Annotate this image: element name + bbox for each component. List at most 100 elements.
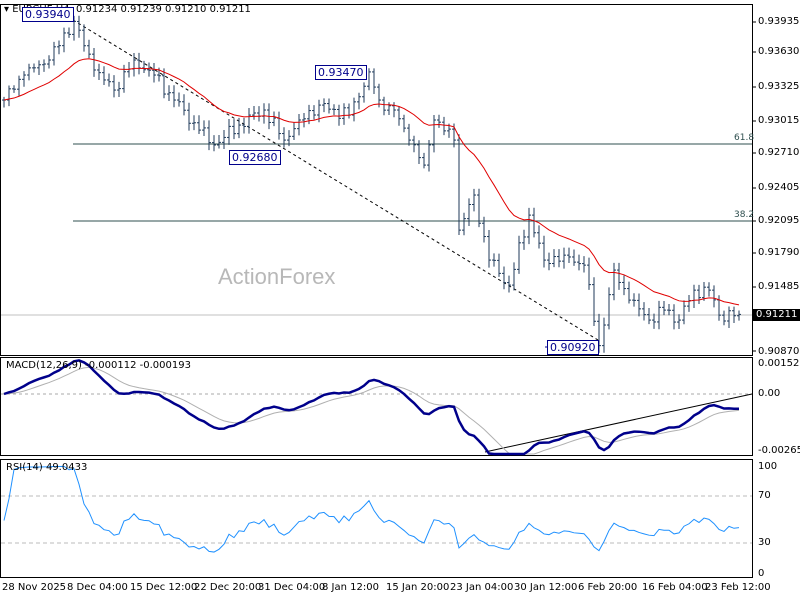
price-bar (47, 55, 51, 69)
price-tick: 0.92095 (758, 215, 800, 226)
price-bar (567, 247, 571, 264)
price-bar (427, 140, 431, 172)
price-bar (517, 235, 521, 274)
price-bar (507, 275, 511, 293)
price-bar (647, 308, 651, 325)
price-bar (312, 105, 316, 120)
price-bar (2, 96, 6, 108)
price-tick: 0.92710 (758, 147, 800, 158)
price-bar (672, 304, 676, 330)
price-bar (262, 103, 266, 124)
price-bar (357, 92, 361, 110)
price-bar (282, 127, 286, 148)
rsi-tick: 70 (758, 490, 771, 501)
price-bar (552, 249, 556, 268)
price-bar (622, 275, 626, 296)
price-bar (257, 106, 261, 122)
price-bar (402, 114, 406, 133)
price-tick: 0.93935 (758, 16, 800, 27)
price-bar (537, 225, 541, 249)
high2-label[interactable]: 0.93470 (315, 65, 367, 80)
price-bar (22, 71, 26, 87)
price-bar (707, 282, 711, 297)
price-bar (192, 115, 196, 131)
price-bar (32, 63, 36, 73)
price-bar (332, 104, 336, 115)
watermark: ActionForex (218, 264, 336, 289)
price-bar (582, 256, 586, 273)
fib-618-label: 61.8 (734, 133, 755, 143)
macd-trendline[interactable] (484, 393, 753, 453)
price-bar (667, 303, 671, 316)
price-bar (67, 27, 71, 38)
rsi-pane (0, 459, 753, 578)
price-bar (62, 27, 66, 53)
macd-tick: -0.002657 (758, 445, 800, 456)
price-tick: 0.91790 (758, 247, 800, 258)
price-bar (397, 106, 401, 126)
low1-label[interactable]: 0.92680 (229, 150, 281, 165)
price-bar (512, 262, 516, 291)
price-bar (172, 85, 176, 108)
price-bar (682, 300, 686, 325)
price-bar (367, 68, 371, 91)
price-bar (302, 113, 306, 128)
price-bar (527, 207, 531, 245)
price-bar (652, 313, 656, 329)
price-bar (637, 293, 641, 317)
price-bar (217, 134, 221, 149)
price-bar (677, 314, 681, 330)
time-tick: 22 Dec 20:00 (194, 582, 262, 593)
price-bar (737, 310, 741, 321)
macd-label: MACD(12,26,9) -0.000112 -0.000193 (6, 360, 191, 371)
price-tick: 0.91485 (758, 281, 800, 292)
price-bar (17, 75, 21, 96)
price-bar (12, 85, 16, 93)
time-tick: 15 Dec 12:00 (130, 582, 198, 593)
price-bar (107, 73, 111, 87)
price-bar (97, 63, 101, 81)
price-bar (342, 103, 346, 125)
price-bar (602, 317, 606, 353)
rsi-label: RSI(14) 49.0433 (6, 462, 88, 473)
price-bar (82, 24, 86, 52)
time-tick: 31 Dec 04:00 (258, 582, 326, 593)
price-bar (142, 60, 146, 73)
price-bar (222, 130, 226, 149)
price-bar (437, 114, 441, 128)
price-bar (472, 188, 476, 212)
price-bar (277, 111, 281, 140)
price-bar (347, 103, 351, 119)
price-tick: 0.93630 (758, 46, 800, 57)
price-bar (662, 301, 666, 316)
price-bar (7, 85, 11, 107)
price-bar (327, 98, 331, 114)
price-bar (467, 198, 471, 227)
price-bar (612, 262, 616, 301)
price-bar (272, 111, 276, 127)
price-bar (712, 285, 716, 308)
price-bar (147, 62, 151, 77)
price-bar (442, 116, 446, 136)
price-bar (627, 281, 631, 304)
price-bar (132, 52, 136, 77)
price-bar (462, 212, 466, 236)
price-bar (202, 120, 206, 137)
price-bar (42, 59, 46, 72)
price-bar (497, 253, 501, 277)
price-bar (52, 41, 56, 66)
low2-label[interactable]: 0.90920 (547, 340, 599, 355)
chart-canvas[interactable] (0, 0, 800, 600)
macd-tick: 0.001522 (758, 358, 800, 369)
price-bar (187, 102, 191, 131)
price-bar (207, 120, 211, 151)
price-tick: 0.93015 (758, 115, 800, 126)
price-bar (247, 108, 251, 134)
price-bar (542, 235, 546, 268)
price-bar (692, 284, 696, 309)
high1-label[interactable]: 0.93940 (22, 7, 74, 22)
price-bar (407, 123, 411, 146)
price-bar (352, 97, 356, 122)
time-tick: 6 Feb 20:00 (578, 582, 638, 593)
price-bar (242, 117, 246, 134)
